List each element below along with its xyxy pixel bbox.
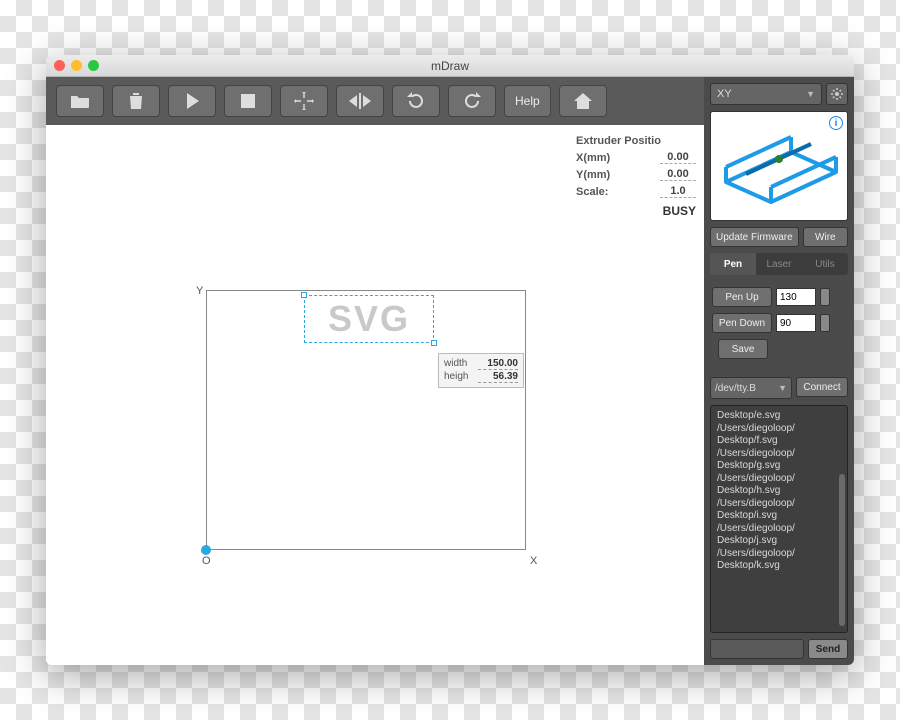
log-line: Desktop/j.svg (717, 535, 841, 548)
canvas[interactable]: Extruder Positio X(mm) 0.00 Y(mm) 0.00 Sca… (46, 125, 704, 665)
dim-height-value: 56.39 (478, 371, 518, 383)
robot-select-value: XY (717, 88, 732, 100)
info-icon[interactable]: i (829, 116, 843, 130)
axis-x-label: X (530, 555, 537, 567)
log-output[interactable]: Desktop/e.svg/Users/diegoloop/Desktop/f.… (710, 405, 848, 633)
serial-port-select[interactable]: /dev/tty.B ▼ (710, 377, 792, 399)
pen-down-input[interactable] (776, 314, 816, 332)
svg-object[interactable]: SVG (304, 295, 434, 343)
rotate-ccw-icon (463, 92, 481, 110)
log-line: Desktop/i.svg (717, 510, 841, 523)
dim-width-label: width (444, 358, 467, 370)
scale-value: 1.0 (660, 185, 696, 198)
svg-placeholder-text: SVG (328, 298, 410, 340)
tab-pen[interactable]: Pen (710, 253, 756, 275)
window-title: mDraw (46, 59, 854, 73)
main-area: Help Extruder Positio X(mm) 0.00 Y(mm) 0.0… (46, 77, 704, 665)
pen-up-button[interactable]: Pen Up (712, 287, 772, 307)
mode-tabs: Pen Laser Utils (710, 253, 848, 275)
open-button[interactable] (56, 85, 104, 117)
app-window: mDraw (46, 55, 854, 665)
home-icon (574, 93, 592, 109)
y-label: Y(mm) (576, 169, 610, 181)
mirror-button[interactable] (336, 85, 384, 117)
help-button[interactable]: Help (504, 85, 551, 117)
pen-panel: Pen Up Pen Down Save (710, 281, 848, 365)
stop-button[interactable] (224, 85, 272, 117)
xy-plotter-illustration (711, 112, 848, 212)
chevron-down-icon: ▼ (778, 383, 787, 393)
center-button[interactable] (280, 85, 328, 117)
log-line: /Users/diegoloop/ (717, 548, 841, 561)
content: Help Extruder Positio X(mm) 0.00 Y(mm) 0.0… (46, 77, 854, 665)
log-line: Desktop/f.svg (717, 435, 841, 448)
scale-label: Scale: (576, 186, 608, 198)
stop-icon (241, 94, 255, 108)
x-label: X(mm) (576, 152, 610, 164)
y-value: 0.00 (660, 168, 696, 181)
log-line: /Users/diegoloop/ (717, 473, 841, 486)
log-line: Desktop/h.svg (717, 485, 841, 498)
folder-icon (70, 93, 90, 109)
log-line: Desktop/g.svg (717, 460, 841, 473)
pen-up-input[interactable] (776, 288, 816, 306)
axis-y-label: Y (196, 285, 203, 297)
busy-label: BUSY (576, 204, 696, 218)
gear-icon (831, 88, 843, 100)
x-value: 0.00 (660, 151, 696, 164)
origin-marker[interactable] (201, 545, 211, 555)
serial-port-value: /dev/tty.B (715, 383, 756, 394)
pen-down-stepper[interactable] (820, 314, 830, 332)
resize-handle-nw[interactable] (301, 292, 307, 298)
send-button[interactable]: Send (808, 639, 848, 659)
play-button[interactable] (168, 85, 216, 117)
command-input[interactable] (710, 639, 804, 659)
dim-width-value: 150.00 (478, 358, 518, 370)
axis-origin-label: O (202, 555, 211, 567)
wire-button[interactable]: Wire (803, 227, 848, 247)
robot-select[interactable]: XY ▼ (710, 83, 822, 105)
update-firmware-button[interactable]: Update Firmware (710, 227, 799, 247)
chevron-down-icon: ▼ (806, 89, 815, 99)
tab-utils[interactable]: Utils (802, 253, 848, 275)
toolbar: Help (46, 77, 704, 125)
trash-icon (128, 92, 144, 110)
log-line: /Users/diegoloop/ (717, 498, 841, 511)
save-button[interactable]: Save (718, 339, 768, 359)
rotate-ccw-button[interactable] (448, 85, 496, 117)
center-icon (293, 92, 315, 110)
pen-up-stepper[interactable] (820, 288, 830, 306)
mirror-h-icon (349, 93, 371, 109)
log-line: /Users/diegoloop/ (717, 423, 841, 436)
resize-handle-se[interactable] (431, 340, 437, 346)
connect-button[interactable]: Connect (796, 377, 848, 397)
log-line: /Users/diegoloop/ (717, 448, 841, 461)
pen-down-button[interactable]: Pen Down (712, 313, 772, 333)
rotate-cw-button[interactable] (392, 85, 440, 117)
log-line: Desktop/k.svg (717, 560, 841, 573)
status-panel: Extruder Positio X(mm) 0.00 Y(mm) 0.00 Sca… (576, 135, 696, 218)
tab-laser[interactable]: Laser (756, 253, 802, 275)
titlebar: mDraw (46, 55, 854, 77)
home-button[interactable] (559, 85, 607, 117)
dimension-tooltip: width 150.00 heigh 56.39 (438, 353, 524, 388)
log-line: /Users/diegoloop/ (717, 523, 841, 536)
delete-button[interactable] (112, 85, 160, 117)
play-icon (185, 93, 199, 109)
status-heading: Extruder Positio (576, 135, 696, 147)
settings-button[interactable] (826, 83, 848, 105)
dim-height-label: heigh (444, 371, 468, 383)
sidebar: XY ▼ i (704, 77, 854, 665)
robot-preview: i (710, 111, 848, 221)
log-line: Desktop/e.svg (717, 410, 841, 423)
rotate-cw-icon (407, 92, 425, 110)
